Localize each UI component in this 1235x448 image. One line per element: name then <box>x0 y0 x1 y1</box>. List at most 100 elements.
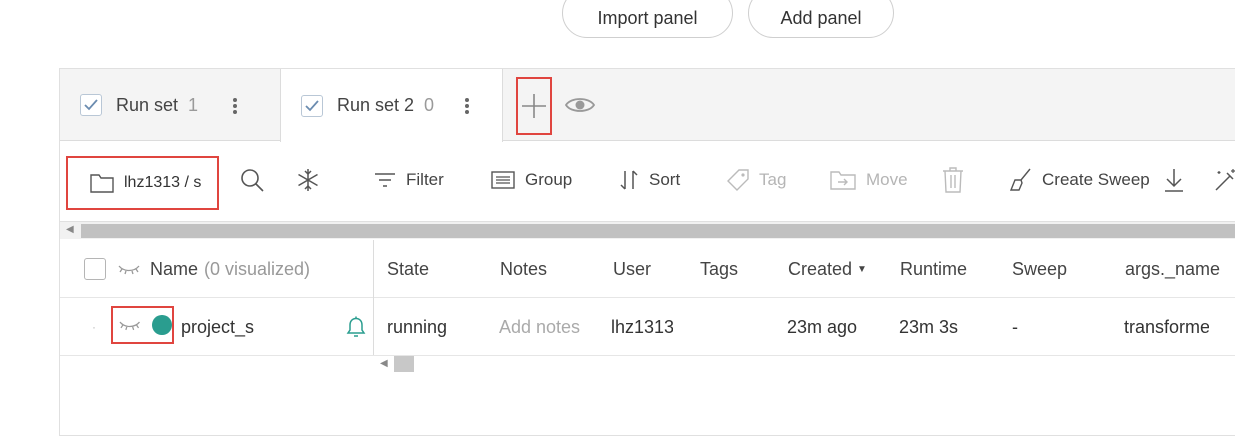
search-button[interactable] <box>240 164 274 196</box>
run-color-swatch[interactable] <box>152 315 172 335</box>
select-all-checkbox[interactable] <box>84 240 106 298</box>
runs-toolbar: lhz1313 / s Filter Group Sort Tag Move C… <box>60 142 1235 218</box>
table-row[interactable]: · project_s running Add notes lhz1313 23… <box>60 298 1235 356</box>
search-icon <box>241 169 264 192</box>
column-header-state[interactable]: State <box>387 240 429 298</box>
kebab-menu-icon[interactable] <box>454 95 480 117</box>
scroll-left-icon[interactable]: ◀ <box>380 358 388 369</box>
runset-tabbar: Run set 1 Run set 2 0 <box>60 69 1235 142</box>
args-name-value: transformer <box>1124 316 1209 337</box>
cell-sweep: - <box>1012 298 1018 356</box>
group-button[interactable]: Group <box>491 164 572 196</box>
visibility-toggle[interactable] <box>564 91 596 119</box>
tag-button[interactable]: Tag <box>727 164 786 196</box>
runs-panel: Run set 1 Run set 2 0 lhz1313 / s Filter… <box>59 68 1235 436</box>
tab-run-set-1[interactable]: Run set 1 <box>60 69 280 141</box>
column-header-runtime[interactable]: Runtime <box>900 240 967 298</box>
move-folder-icon <box>830 171 856 190</box>
run-visibility-highlight[interactable] <box>111 306 174 344</box>
magic-wand-button[interactable] <box>1214 164 1235 196</box>
delete-button[interactable] <box>942 164 974 196</box>
sort-icon <box>620 170 638 190</box>
cell-runtime: 23m 3s <box>899 298 958 356</box>
freeze-button[interactable] <box>296 164 330 196</box>
user-value: lhz1313 <box>611 316 673 337</box>
add-panel-button[interactable]: Add panel <box>748 0 894 38</box>
notes-input[interactable]: Add notes <box>499 298 580 356</box>
sort-desc-icon: ▼ <box>857 263 867 275</box>
run-name: project_s <box>181 316 255 337</box>
sort-label: Sort <box>649 170 681 189</box>
tab-count: 1 <box>188 94 199 115</box>
column-header-label: Notes <box>500 258 548 279</box>
project-label: lhz1313 / s <box>124 174 202 191</box>
cell-state: running <box>387 298 447 356</box>
filter-icon <box>375 173 395 187</box>
move-button[interactable]: Move <box>830 164 908 196</box>
folder-icon <box>90 174 114 193</box>
notes-placeholder: Add notes <box>499 316 581 337</box>
tab-run-set-2[interactable]: Run set 2 0 <box>280 69 503 142</box>
column-header-label: Tags <box>700 258 739 279</box>
bell-icon <box>346 316 366 337</box>
state-value: running <box>387 316 448 337</box>
plus-icon <box>522 94 546 118</box>
tab-checkbox[interactable] <box>301 94 323 117</box>
runtime-value: 23m 3s <box>899 316 959 337</box>
create-sweep-button[interactable]: Create Sweep <box>1010 164 1150 196</box>
check-icon <box>84 99 98 111</box>
column-header-created[interactable]: Created ▼ <box>788 240 867 298</box>
table-horizontal-scrollbar[interactable]: ◀ <box>60 221 1235 239</box>
name-column-header[interactable]: Name (0 visualized) <box>150 240 310 298</box>
column-header-user[interactable]: User <box>613 240 651 298</box>
eye-closed-icon <box>119 321 140 331</box>
tab-label: Run set <box>116 94 179 115</box>
column-header-label: Created <box>788 258 853 279</box>
scrollbar-thumb[interactable] <box>394 356 414 372</box>
scroll-left-icon[interactable]: ◀ <box>66 224 76 238</box>
import-panel-button[interactable]: Import panel <box>562 0 733 38</box>
check-icon <box>305 99 319 111</box>
eye-icon <box>565 98 595 112</box>
magic-wand-icon <box>1215 169 1235 191</box>
import-panel-label: Import panel <box>597 7 698 28</box>
column-header-args-name[interactable]: args._name <box>1125 240 1220 298</box>
column-header-label: Runtime <box>900 258 968 279</box>
column-header-label: Sweep <box>1012 258 1068 279</box>
column-header-sweep[interactable]: Sweep <box>1012 240 1067 298</box>
cell-args-name: transformer <box>1124 298 1209 356</box>
run-name-link[interactable]: project_s <box>181 298 254 356</box>
kebab-menu-icon[interactable] <box>222 95 248 117</box>
filter-button[interactable]: Filter <box>374 164 444 196</box>
cell-created: 23m ago <box>787 298 857 356</box>
download-icon <box>1165 169 1183 192</box>
trash-icon <box>943 167 963 193</box>
column-header-tags[interactable]: Tags <box>700 240 738 298</box>
tag-icon <box>727 169 749 191</box>
tab-count: 0 <box>424 95 435 115</box>
project-selector[interactable]: lhz1313 / s <box>66 156 219 210</box>
row-bullet: · <box>92 320 96 334</box>
download-button[interactable] <box>1164 164 1194 196</box>
created-value: 23m ago <box>787 316 858 337</box>
tab-checkbox[interactable] <box>80 94 102 116</box>
column-header-label: args._name <box>1125 258 1221 279</box>
sort-button[interactable]: Sort <box>619 164 680 196</box>
eye-closed-icon <box>118 265 140 275</box>
add-runset-button[interactable] <box>516 77 552 135</box>
columns-horizontal-scrollbar[interactable]: ◀ <box>376 356 1235 372</box>
cell-user: lhz1313 <box>611 298 673 356</box>
hide-all-toggle[interactable] <box>118 240 140 298</box>
alert-button[interactable] <box>344 298 368 356</box>
column-header-notes[interactable]: Notes <box>500 240 547 298</box>
broom-icon <box>1010 168 1031 191</box>
add-panel-label: Add panel <box>780 7 862 28</box>
tab-label: Run set 2 <box>337 95 415 115</box>
scrollbar-thumb[interactable] <box>81 224 1235 238</box>
group-label: Group <box>525 170 573 189</box>
group-icon <box>491 171 515 189</box>
column-header-label: State <box>387 258 430 279</box>
visualized-count: (0 visualized) <box>204 258 311 279</box>
snowflake-icon <box>298 169 318 191</box>
tag-label: Tag <box>759 170 787 189</box>
